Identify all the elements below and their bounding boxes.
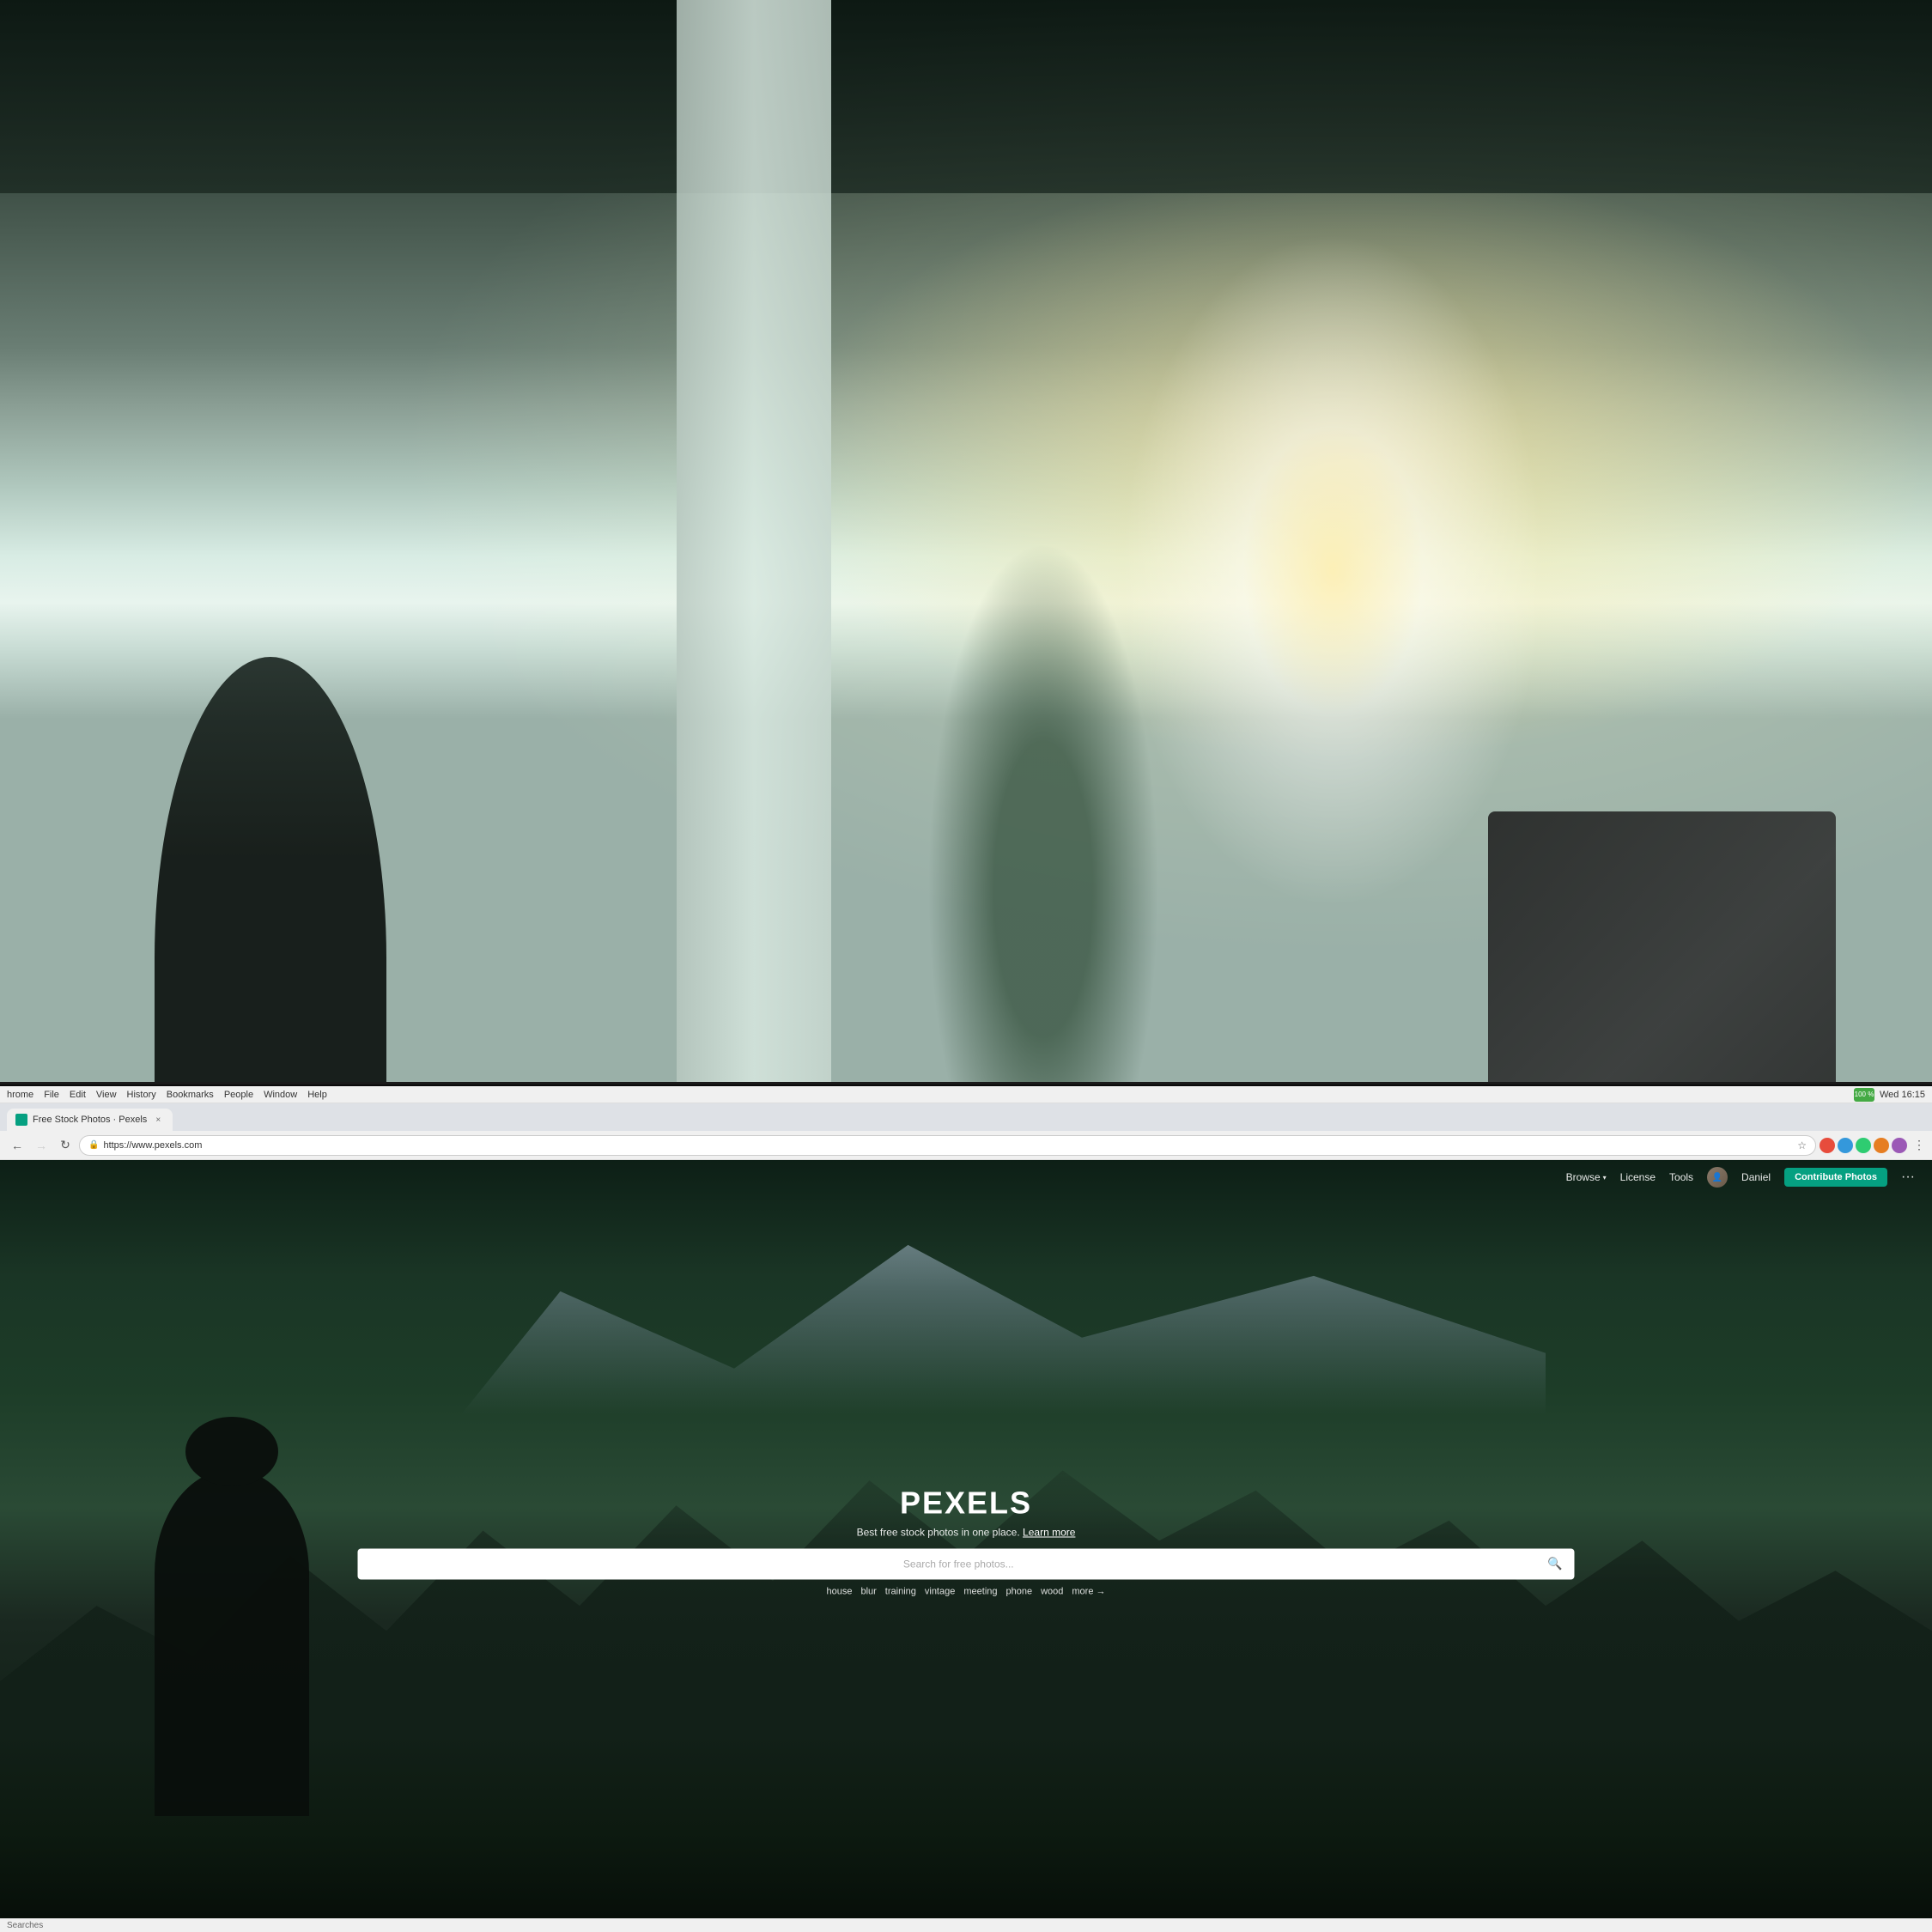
suggestion-more[interactable]: more → xyxy=(1072,1586,1105,1596)
address-bar[interactable]: 🔒 https://www.pexels.com ☆ xyxy=(79,1135,1816,1156)
pexels-hero-content: PEXELS Best free stock photos in one pla… xyxy=(290,1485,1643,1596)
menu-history[interactable]: History xyxy=(127,1090,156,1100)
browse-caret: ▾ xyxy=(1603,1174,1607,1182)
pexels-logo: PEXELS xyxy=(290,1485,1643,1521)
chrome-menu-button[interactable]: ⋮ xyxy=(1913,1138,1925,1152)
ext-icon-2[interactable] xyxy=(1838,1138,1853,1153)
nav-browse[interactable]: Browse ▾ xyxy=(1566,1171,1607,1183)
hero-person-silhouette xyxy=(155,1469,309,1817)
menu-edit[interactable]: Edit xyxy=(70,1090,86,1100)
window-light xyxy=(1121,232,1546,908)
ext-icon-5[interactable] xyxy=(1892,1138,1907,1153)
nav-license[interactable]: License xyxy=(1620,1171,1656,1183)
nav-more-button[interactable]: ··· xyxy=(1901,1170,1915,1185)
avatar-icon: 👤 xyxy=(1712,1173,1722,1182)
menu-bookmarks[interactable]: Bookmarks xyxy=(167,1090,214,1100)
forward-button[interactable]: → xyxy=(31,1135,52,1156)
star-icon[interactable]: ☆ xyxy=(1797,1139,1807,1151)
search-input[interactable]: Search for free photos... xyxy=(369,1558,1547,1570)
website-content: Browse ▾ License Tools 👤 Daniel Contribu… xyxy=(0,1160,1932,1932)
browser-status-bar: Searches xyxy=(0,1918,1932,1932)
system-time: Wed 16:15 xyxy=(1880,1090,1925,1100)
nav-tools[interactable]: Tools xyxy=(1669,1171,1693,1183)
menu-bar: hrome File Edit View History Bookmarks P… xyxy=(0,1086,1932,1103)
suggestion-training[interactable]: training xyxy=(885,1586,916,1596)
chrome-tabs-bar: Free Stock Photos · Pexels × xyxy=(0,1103,1932,1131)
suggestion-vintage[interactable]: vintage xyxy=(925,1586,955,1596)
nav-username[interactable]: Daniel xyxy=(1741,1171,1771,1183)
menu-people[interactable]: People xyxy=(224,1090,253,1100)
ext-icon-4[interactable] xyxy=(1874,1138,1889,1153)
ceiling xyxy=(0,0,1932,193)
secure-icon: 🔒 xyxy=(88,1140,99,1150)
user-avatar[interactable]: 👤 xyxy=(1707,1167,1728,1188)
search-icon[interactable]: 🔍 xyxy=(1547,1557,1562,1571)
extension-row: 100 % Wed 16:15 xyxy=(1854,1088,1925,1102)
tab-close-button[interactable]: × xyxy=(152,1114,164,1126)
ext-icon-1[interactable] xyxy=(1820,1138,1835,1153)
pillar xyxy=(677,0,831,1198)
chrome-toolbar: ← → ↻ 🔒 https://www.pexels.com ☆ ⋮ xyxy=(0,1131,1932,1160)
suggestion-meeting[interactable]: meeting xyxy=(963,1586,997,1596)
pexels-tagline: Best free stock photos in one place. Lea… xyxy=(290,1526,1643,1538)
battery-indicator: 100 % xyxy=(1854,1088,1874,1102)
browser-window: hrome File Edit View History Bookmarks P… xyxy=(0,1086,1932,1932)
suggestion-blur[interactable]: blur xyxy=(860,1586,876,1596)
tab-title: Free Stock Photos · Pexels xyxy=(33,1115,147,1125)
pexels-nav: Browse ▾ License Tools 👤 Daniel Contribu… xyxy=(0,1160,1932,1194)
suggestion-wood[interactable]: wood xyxy=(1041,1586,1063,1596)
contribute-photos-button[interactable]: Contribute Photos xyxy=(1784,1168,1887,1187)
menu-view[interactable]: View xyxy=(96,1090,117,1100)
mountain-silhouette xyxy=(386,1199,1546,1508)
toolbar-actions: ⋮ xyxy=(1820,1138,1925,1153)
url-text: https://www.pexels.com xyxy=(103,1140,202,1151)
menu-file[interactable]: File xyxy=(44,1090,59,1100)
back-button[interactable]: ← xyxy=(7,1135,27,1156)
pexels-search-bar[interactable]: Search for free photos... 🔍 xyxy=(357,1548,1575,1579)
learn-more-link[interactable]: Learn more xyxy=(1023,1526,1075,1538)
menu-help[interactable]: Help xyxy=(307,1090,327,1100)
reload-button[interactable]: ↻ xyxy=(55,1135,76,1156)
suggestion-phone[interactable]: phone xyxy=(1006,1586,1033,1596)
tab-favicon xyxy=(15,1114,27,1126)
status-text: Searches xyxy=(7,1921,43,1930)
plant xyxy=(927,541,1159,1121)
suggestion-house[interactable]: house xyxy=(826,1586,852,1596)
screen-wrapper: hrome File Edit View History Bookmarks P… xyxy=(0,1082,1932,1932)
browser-tab-pexels[interactable]: Free Stock Photos · Pexels × xyxy=(7,1109,173,1131)
menu-window[interactable]: Window xyxy=(264,1090,297,1100)
search-suggestions: house blur training vintage meeting phon… xyxy=(290,1586,1643,1596)
menu-chrome[interactable]: hrome xyxy=(7,1090,33,1100)
ext-icon-3[interactable] xyxy=(1856,1138,1871,1153)
